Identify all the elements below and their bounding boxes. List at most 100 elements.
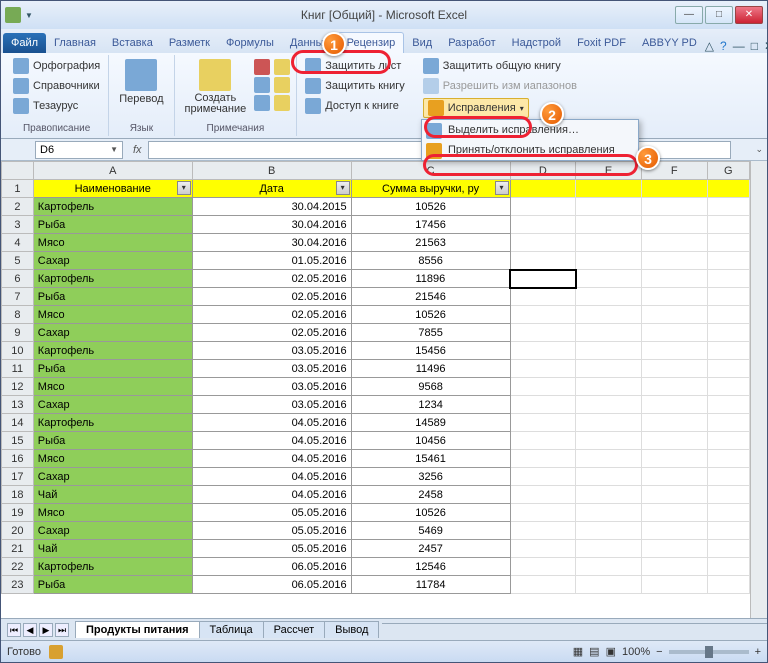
data-cell[interactable]: Мясо: [33, 504, 192, 522]
qat-dropdown-icon[interactable]: ▼: [25, 11, 33, 20]
data-cell[interactable]: 2457: [351, 540, 510, 558]
row-header[interactable]: 16: [2, 450, 34, 468]
data-cell[interactable]: 8556: [351, 252, 510, 270]
data-cell[interactable]: Картофель: [33, 414, 192, 432]
empty-cell[interactable]: [576, 342, 642, 360]
row-header[interactable]: 4: [2, 234, 34, 252]
empty-cell[interactable]: [510, 306, 576, 324]
doc-min-icon[interactable]: —: [733, 39, 745, 53]
select-all-cell[interactable]: [2, 162, 34, 180]
empty-cell[interactable]: [510, 180, 576, 198]
data-cell[interactable]: 05.05.2016: [192, 522, 351, 540]
data-cell[interactable]: 12546: [351, 558, 510, 576]
empty-cell[interactable]: [510, 486, 576, 504]
empty-cell[interactable]: [707, 342, 749, 360]
data-cell[interactable]: 11784: [351, 576, 510, 594]
row-header[interactable]: 19: [2, 504, 34, 522]
minimize-button[interactable]: —: [675, 6, 703, 24]
empty-cell[interactable]: [510, 360, 576, 378]
filter-arrow-icon[interactable]: ▾: [336, 181, 350, 195]
data-cell[interactable]: Картофель: [33, 342, 192, 360]
row-header[interactable]: 23: [2, 576, 34, 594]
tab-Вид[interactable]: Вид: [404, 33, 440, 53]
empty-cell[interactable]: [707, 216, 749, 234]
row-header[interactable]: 18: [2, 486, 34, 504]
empty-cell[interactable]: [707, 234, 749, 252]
empty-cell[interactable]: [707, 252, 749, 270]
empty-cell[interactable]: [576, 504, 642, 522]
data-cell[interactable]: 04.05.2016: [192, 450, 351, 468]
view-layout-icon[interactable]: ▤: [589, 645, 599, 658]
row-header[interactable]: 9: [2, 324, 34, 342]
prev-sheet-button[interactable]: ◀: [23, 623, 37, 637]
help-icon[interactable]: ?: [720, 39, 727, 53]
empty-cell[interactable]: [707, 324, 749, 342]
fx-icon[interactable]: fx: [127, 144, 148, 156]
doc-restore-icon[interactable]: □: [751, 39, 758, 53]
show-ink-icon[interactable]: [274, 95, 290, 111]
empty-cell[interactable]: [576, 360, 642, 378]
empty-cell[interactable]: [707, 396, 749, 414]
doc-close-icon[interactable]: ✕: [764, 39, 768, 53]
empty-cell[interactable]: [707, 540, 749, 558]
tab-Foxit PDF[interactable]: Foxit PDF: [569, 33, 634, 53]
empty-cell[interactable]: [510, 288, 576, 306]
empty-cell[interactable]: [576, 270, 642, 288]
empty-cell[interactable]: [576, 324, 642, 342]
row-header[interactable]: 21: [2, 540, 34, 558]
empty-cell[interactable]: [707, 504, 749, 522]
empty-cell[interactable]: [576, 252, 642, 270]
data-cell[interactable]: Рыба: [33, 576, 192, 594]
data-cell[interactable]: Мясо: [33, 234, 192, 252]
zoom-slider[interactable]: [669, 650, 749, 654]
highlight-changes-item[interactable]: Выделить исправления…: [422, 120, 638, 140]
delete-comment-icon[interactable]: [254, 59, 270, 75]
data-cell[interactable]: 04.05.2016: [192, 468, 351, 486]
macro-record-icon[interactable]: [49, 645, 63, 659]
sheet-tab[interactable]: Рассчет: [263, 621, 326, 638]
maximize-button[interactable]: □: [705, 6, 733, 24]
view-break-icon[interactable]: ▣: [606, 645, 616, 658]
empty-cell[interactable]: [576, 576, 642, 594]
empty-cell[interactable]: [707, 270, 749, 288]
empty-cell[interactable]: [707, 306, 749, 324]
zoom-in-button[interactable]: +: [755, 646, 761, 658]
data-cell[interactable]: Рыба: [33, 216, 192, 234]
data-cell[interactable]: 03.05.2016: [192, 360, 351, 378]
empty-cell[interactable]: [576, 558, 642, 576]
sheet-tab-active[interactable]: Продукты питания: [75, 621, 200, 638]
empty-cell[interactable]: [641, 180, 707, 198]
data-cell[interactable]: 02.05.2016: [192, 270, 351, 288]
empty-cell[interactable]: [576, 522, 642, 540]
show-comment-icon[interactable]: [274, 59, 290, 75]
empty-cell[interactable]: [641, 360, 707, 378]
data-cell[interactable]: 5469: [351, 522, 510, 540]
row-header[interactable]: 8: [2, 306, 34, 324]
empty-cell[interactable]: [641, 234, 707, 252]
data-cell[interactable]: Мясо: [33, 378, 192, 396]
tab-Разметк[interactable]: Разметк: [161, 33, 218, 53]
empty-cell[interactable]: [510, 540, 576, 558]
data-cell[interactable]: Картофель: [33, 270, 192, 288]
empty-cell[interactable]: [641, 432, 707, 450]
empty-cell[interactable]: [576, 540, 642, 558]
data-cell[interactable]: 04.05.2016: [192, 432, 351, 450]
empty-cell[interactable]: [641, 486, 707, 504]
empty-cell[interactable]: [510, 450, 576, 468]
close-button[interactable]: ✕: [735, 6, 763, 24]
data-cell[interactable]: 15456: [351, 342, 510, 360]
tab-Вставка[interactable]: Вставка: [104, 33, 161, 53]
data-cell[interactable]: Картофель: [33, 558, 192, 576]
data-cell[interactable]: Чай: [33, 540, 192, 558]
row-header[interactable]: 20: [2, 522, 34, 540]
protect-workbook-button[interactable]: Защитить книгу: [303, 77, 407, 95]
data-cell[interactable]: Сахар: [33, 324, 192, 342]
data-cell[interactable]: 10456: [351, 432, 510, 450]
filter-arrow-icon[interactable]: ▾: [177, 181, 191, 195]
empty-cell[interactable]: [510, 414, 576, 432]
data-cell[interactable]: 30.04.2015: [192, 198, 351, 216]
tab-Разработ[interactable]: Разработ: [440, 33, 503, 53]
next-sheet-button[interactable]: ▶: [39, 623, 53, 637]
last-sheet-button[interactable]: ⏭: [55, 623, 69, 637]
data-cell[interactable]: Чай: [33, 486, 192, 504]
